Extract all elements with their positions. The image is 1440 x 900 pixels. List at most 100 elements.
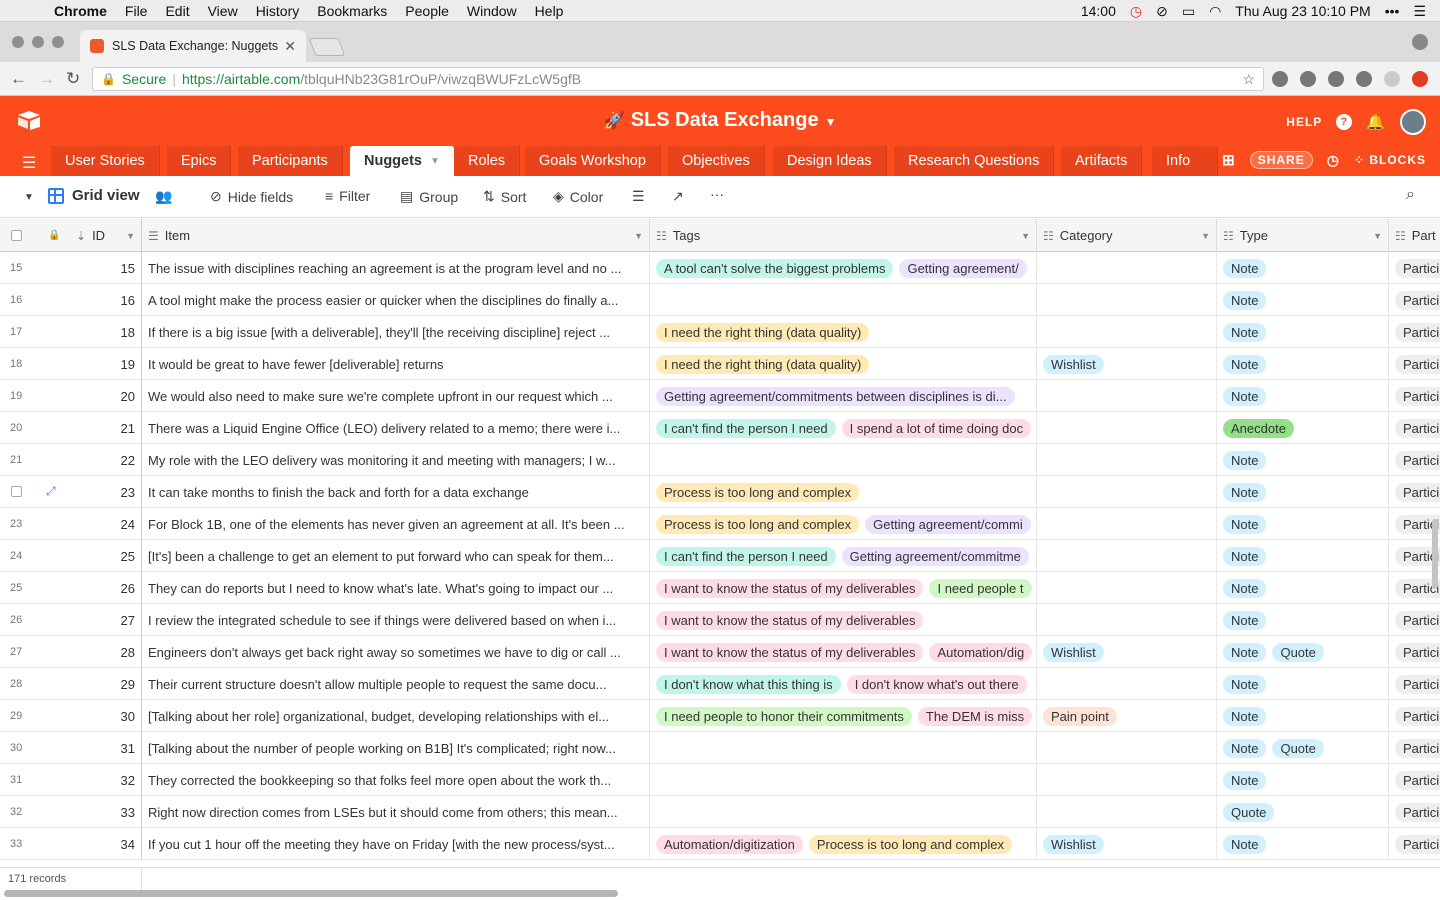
cell-type[interactable]: Note <box>1217 444 1389 476</box>
table-row[interactable]: 23 24 For Block 1B, one of the elements ha… <box>0 508 1440 540</box>
cell-id[interactable]: 33 <box>70 796 142 828</box>
cell-item[interactable]: Right now direction comes from LSEs but … <box>142 796 650 828</box>
cell-id[interactable]: 30 <box>70 700 142 732</box>
menu-file[interactable]: File <box>125 3 148 19</box>
table-tab-user-stories[interactable]: User Stories <box>51 146 160 176</box>
search-icon[interactable]: ⌕ <box>1406 186 1415 204</box>
circle-extension-icon[interactable] <box>1384 71 1400 87</box>
cell-category[interactable] <box>1037 252 1217 284</box>
cell-item[interactable]: For Block 1B, one of the elements has ne… <box>142 508 650 540</box>
chevron-down-icon[interactable]: ▼ <box>126 231 135 241</box>
table-tab-info[interactable]: Info <box>1152 146 1218 176</box>
cell-category[interactable] <box>1037 604 1217 636</box>
menu-help[interactable]: Help <box>535 3 564 19</box>
cell-item[interactable]: It would be great to have fewer [deliver… <box>142 348 650 380</box>
cell-participant[interactable]: Particip <box>1389 796 1440 828</box>
cell-type[interactable]: Note <box>1217 572 1389 604</box>
cell-tags[interactable]: I need the right thing (data quality) <box>650 316 1037 348</box>
table-row[interactable]: 25 26 They can do reports but I need to kn… <box>0 572 1440 604</box>
views-sidebar-toggle-icon[interactable]: ▼ <box>24 192 34 203</box>
horizontal-scrollbar[interactable] <box>4 890 618 897</box>
cell-id[interactable]: 21 <box>70 412 142 444</box>
cell-participant[interactable]: Particip <box>1389 636 1440 668</box>
address-bar[interactable]: 🔒 Secure | https://airtable.com /tblquHN… <box>92 67 1264 91</box>
cell-participant[interactable]: Particip <box>1389 828 1440 860</box>
cell-id[interactable]: 25 <box>70 540 142 572</box>
cell-id[interactable]: 26 <box>70 572 142 604</box>
profile-icon[interactable] <box>1412 34 1428 50</box>
table-row[interactable]: 33 34 If you cut 1 hour off the meeting th… <box>0 828 1440 860</box>
selenium-icon[interactable] <box>1356 71 1372 87</box>
filter-button[interactable]: ≡ Filter <box>325 188 370 204</box>
cell-item[interactable]: [Talking about the number of people work… <box>142 732 650 764</box>
cell-id[interactable]: 27 <box>70 604 142 636</box>
column-header-category[interactable]: ☷ Category ▼ <box>1037 219 1217 252</box>
table-row[interactable]: 29 30 [Talking about her role] organizatio… <box>0 700 1440 732</box>
cell-id[interactable]: 15 <box>70 252 142 284</box>
table-row[interactable]: 28 29 Their current structure doesn't allo… <box>0 668 1440 700</box>
cell-tags[interactable] <box>650 284 1037 316</box>
window-zoom-button[interactable] <box>52 36 64 48</box>
cell-item[interactable]: If there is a big issue [with a delivera… <box>142 316 650 348</box>
cell-tags[interactable]: A tool can't solve the biggest problems G… <box>650 252 1037 284</box>
cell-id[interactable]: 24 <box>70 508 142 540</box>
cell-id[interactable]: 19 <box>70 348 142 380</box>
color-button[interactable]: ◈ Color <box>553 188 603 205</box>
menu-view[interactable]: View <box>208 3 238 19</box>
cell-item[interactable]: It can take months to finish the back an… <box>142 476 650 508</box>
cell-category[interactable] <box>1037 380 1217 412</box>
table-row[interactable]: 20 21 There was a Liquid Engine Office (LE… <box>0 412 1440 444</box>
cell-type[interactable]: Quote <box>1217 796 1389 828</box>
cell-tags[interactable]: Automation/digitization Process is too lo… <box>650 828 1037 860</box>
share-button[interactable]: SHARE <box>1249 151 1313 169</box>
cell-category[interactable] <box>1037 476 1217 508</box>
cell-id[interactable]: 31 <box>70 732 142 764</box>
cell-item[interactable]: Their current structure doesn't allow mu… <box>142 668 650 700</box>
cell-type[interactable]: Anecdote <box>1217 412 1389 444</box>
cell-category[interactable] <box>1037 444 1217 476</box>
cell-participant[interactable]: Particip <box>1389 476 1440 508</box>
help-link[interactable]: HELP <box>1286 115 1322 129</box>
cell-type[interactable]: Note <box>1217 764 1389 796</box>
cell-participant[interactable]: Particip <box>1389 348 1440 380</box>
cell-tags[interactable] <box>650 764 1037 796</box>
cell-item[interactable]: Engineers don't always get back right aw… <box>142 636 650 668</box>
cell-id[interactable]: 23 <box>70 476 142 508</box>
cell-tags[interactable]: I can't find the person I need Getting ag… <box>650 540 1037 572</box>
cell-tags[interactable]: I can't find the person I need I spend a … <box>650 412 1037 444</box>
cell-tags[interactable]: I don't know what this thing is I don't k… <box>650 668 1037 700</box>
table-row[interactable]: 19 20 We would also need to make sure we'r… <box>0 380 1440 412</box>
cell-category[interactable] <box>1037 764 1217 796</box>
cell-type[interactable]: Note <box>1217 476 1389 508</box>
back-arrow-icon[interactable]: ← <box>10 69 27 89</box>
cell-type[interactable]: Note <box>1217 604 1389 636</box>
table-tab-participants[interactable]: Participants <box>238 146 343 176</box>
table-row[interactable]: 30 31 [Talking about the number of people … <box>0 732 1440 764</box>
collaborators-icon[interactable]: 👥 <box>155 188 172 205</box>
cell-type[interactable]: Note <box>1217 700 1389 732</box>
cell-type[interactable]: Note <box>1217 252 1389 284</box>
table-row[interactable]: 32 33 Right now direction comes from LSEs … <box>0 796 1440 828</box>
cell-tags[interactable]: Process is too long and complex Getting a… <box>650 508 1037 540</box>
hamburger-menu-icon[interactable]: ☰ <box>22 153 36 173</box>
new-tab-button[interactable] <box>308 38 346 56</box>
table-row[interactable]: 16 16 A tool might make the process easier… <box>0 284 1440 316</box>
row-height-icon[interactable]: ☰ <box>632 188 645 205</box>
menu-window[interactable]: Window <box>467 3 517 19</box>
cell-id[interactable]: 22 <box>70 444 142 476</box>
table-tab-artifacts[interactable]: Artifacts <box>1061 146 1143 176</box>
cell-category[interactable] <box>1037 572 1217 604</box>
history-icon[interactable]: ◷ <box>1327 152 1340 169</box>
cell-item[interactable]: I review the integrated schedule to see … <box>142 604 650 636</box>
browser-tab[interactable]: SLS Data Exchange: Nuggets ✕ <box>80 30 306 62</box>
cell-item[interactable]: They can do reports but I need to know w… <box>142 572 650 604</box>
cell-type[interactable]: Note <box>1217 284 1389 316</box>
table-tab-roles[interactable]: Roles <box>454 146 521 176</box>
cell-tags[interactable]: I want to know the status of my delivera… <box>650 572 1037 604</box>
cell-category[interactable]: Wishlist <box>1037 828 1217 860</box>
cell-type[interactable]: Note <box>1217 668 1389 700</box>
table-tab-design-ideas[interactable]: Design Ideas <box>773 146 887 176</box>
wifi-icon[interactable]: ◠ <box>1209 3 1221 20</box>
share-view-icon[interactable]: ↗ <box>672 188 684 205</box>
cell-category[interactable] <box>1037 412 1217 444</box>
